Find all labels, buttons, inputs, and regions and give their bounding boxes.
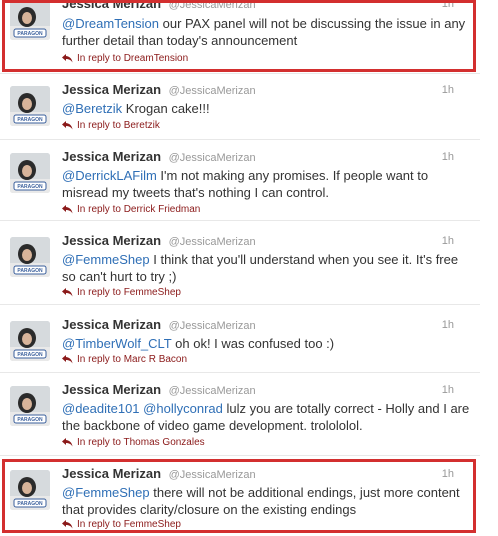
tweet-4: PARAGON Jessica Merizan @JessicaMerizan … [0,231,480,305]
timestamp[interactable]: 1h [442,468,454,480]
mention-link[interactable]: @DreamTension [62,16,159,31]
tweet-text: @deadite101 @hollyconrad lulz you are to… [62,400,472,434]
author-display-name[interactable]: Jessica Merizan [62,317,161,332]
avatar[interactable]: PARAGON [10,470,50,510]
mention-link[interactable]: @DerrickLAFilm [62,168,157,183]
reply-label[interactable]: In reply to FemmeShep [77,519,181,530]
tweet-text: @DerrickLAFilm I'm not making any promis… [62,167,472,201]
avatar[interactable]: PARAGON [10,386,50,426]
reply-label[interactable]: In reply to DreamTension [77,53,188,64]
avatar[interactable]: PARAGON [10,237,50,277]
reply-arrow-icon [62,287,73,297]
in-reply-to-link[interactable]: In reply to FemmeShep [62,519,181,530]
reply-label[interactable]: In reply to Beretzik [77,120,160,131]
timestamp[interactable]: 1h [442,235,454,247]
author-handle[interactable]: @JessicaMerizan [169,385,256,397]
tweet-body: oh ok! I was confused too :) [171,336,335,351]
timestamp[interactable]: 1h [442,0,454,10]
avatar[interactable]: PARAGON [10,321,50,361]
timestamp[interactable]: 1h [442,151,454,163]
avatar-image: PARAGON [10,237,50,277]
tweet-3: PARAGON Jessica Merizan @JessicaMerizan … [0,147,480,221]
author-name[interactable]: Jessica Merizan @JessicaMerizan [62,0,256,11]
author-name[interactable]: Jessica Merizan @JessicaMerizan [62,317,256,332]
mention-link[interactable]: @FemmeShep [62,485,150,500]
author-handle[interactable]: @JessicaMerizan [169,0,256,11]
reply-arrow-icon [62,204,73,214]
avatar-image: PARAGON [10,86,50,126]
timestamp[interactable]: 1h [442,84,454,96]
author-name[interactable]: Jessica Merizan @JessicaMerizan [62,382,256,397]
author-handle[interactable]: @JessicaMerizan [169,320,256,332]
author-handle[interactable]: @JessicaMerizan [169,152,256,164]
reply-arrow-icon [62,120,73,130]
avatar[interactable]: PARAGON [10,0,50,40]
mention-link[interactable]: @TimberWolf_CLT [62,336,172,351]
avatar-image: PARAGON [10,470,50,510]
author-display-name[interactable]: Jessica Merizan [62,0,161,11]
tweet-text: @FemmeShep I think that you'll understan… [62,251,472,285]
mention-link[interactable]: @deadite101 [62,401,140,416]
tweet-6: PARAGON Jessica Merizan @JessicaMerizan … [0,380,480,456]
reply-arrow-icon [62,53,73,63]
reply-label[interactable]: In reply to Thomas Gonzales [77,437,205,448]
avatar-image: PARAGON [10,153,50,193]
svg-text:PARAGON: PARAGON [17,31,43,37]
author-name[interactable]: Jessica Merizan @JessicaMerizan [62,466,256,481]
author-handle[interactable]: @JessicaMerizan [169,469,256,481]
tweet-text: @Beretzik Krogan cake!!! [62,100,472,117]
tweet-text: @DreamTension our PAX panel will not be … [62,15,472,49]
tweet-7: PARAGON Jessica Merizan @JessicaMerizan … [0,464,480,536]
avatar[interactable]: PARAGON [10,153,50,193]
in-reply-to-link[interactable]: In reply to FemmeShep [62,287,181,298]
in-reply-to-link[interactable]: In reply to DreamTension [62,53,188,64]
reply-label[interactable]: In reply to FemmeShep [77,287,181,298]
tweet-text: @FemmeShep there will not be additional … [62,484,472,518]
svg-text:PARAGON: PARAGON [17,268,43,274]
svg-text:PARAGON: PARAGON [17,117,43,123]
author-handle[interactable]: @JessicaMerizan [169,85,256,97]
author-display-name[interactable]: Jessica Merizan [62,82,161,97]
author-display-name[interactable]: Jessica Merizan [62,233,161,248]
mention-link-2[interactable]: @hollyconrad [143,401,223,416]
mention-link[interactable]: @Beretzik [62,101,122,116]
author-display-name[interactable]: Jessica Merizan [62,382,161,397]
author-name[interactable]: Jessica Merizan @JessicaMerizan [62,149,256,164]
in-reply-to-link[interactable]: In reply to Marc R Bacon [62,354,187,365]
svg-text:PARAGON: PARAGON [17,352,43,358]
in-reply-to-link[interactable]: In reply to Thomas Gonzales [62,437,205,448]
tweet-5: PARAGON Jessica Merizan @JessicaMerizan … [0,315,480,373]
svg-text:PARAGON: PARAGON [17,501,43,507]
avatar-image: PARAGON [10,0,50,40]
tweet-text: @TimberWolf_CLT oh ok! I was confused to… [62,335,472,352]
reply-arrow-icon [62,354,73,364]
reply-label[interactable]: In reply to Marc R Bacon [77,354,187,365]
avatar-image: PARAGON [10,386,50,426]
tweet-body: Krogan cake!!! [122,101,210,116]
timestamp[interactable]: 1h [442,319,454,331]
author-display-name[interactable]: Jessica Merizan [62,466,161,481]
reply-label[interactable]: In reply to Derrick Friedman [77,204,200,215]
svg-text:PARAGON: PARAGON [17,184,43,190]
reply-arrow-icon [62,437,73,447]
author-name[interactable]: Jessica Merizan @JessicaMerizan [62,82,256,97]
avatar-image: PARAGON [10,321,50,361]
timestamp[interactable]: 1h [442,384,454,396]
in-reply-to-link[interactable]: In reply to Derrick Friedman [62,204,200,215]
author-display-name[interactable]: Jessica Merizan [62,149,161,164]
author-handle[interactable]: @JessicaMerizan [169,236,256,248]
author-name[interactable]: Jessica Merizan @JessicaMerizan [62,233,256,248]
in-reply-to-link[interactable]: In reply to Beretzik [62,120,160,131]
tweet-1: PARAGON Jessica Merizan @JessicaMerizan … [0,0,480,74]
reply-arrow-icon [62,519,73,529]
mention-link[interactable]: @FemmeShep [62,252,150,267]
avatar[interactable]: PARAGON [10,86,50,126]
tweet-2: PARAGON Jessica Merizan @JessicaMerizan … [0,80,480,140]
svg-text:PARAGON: PARAGON [17,417,43,423]
